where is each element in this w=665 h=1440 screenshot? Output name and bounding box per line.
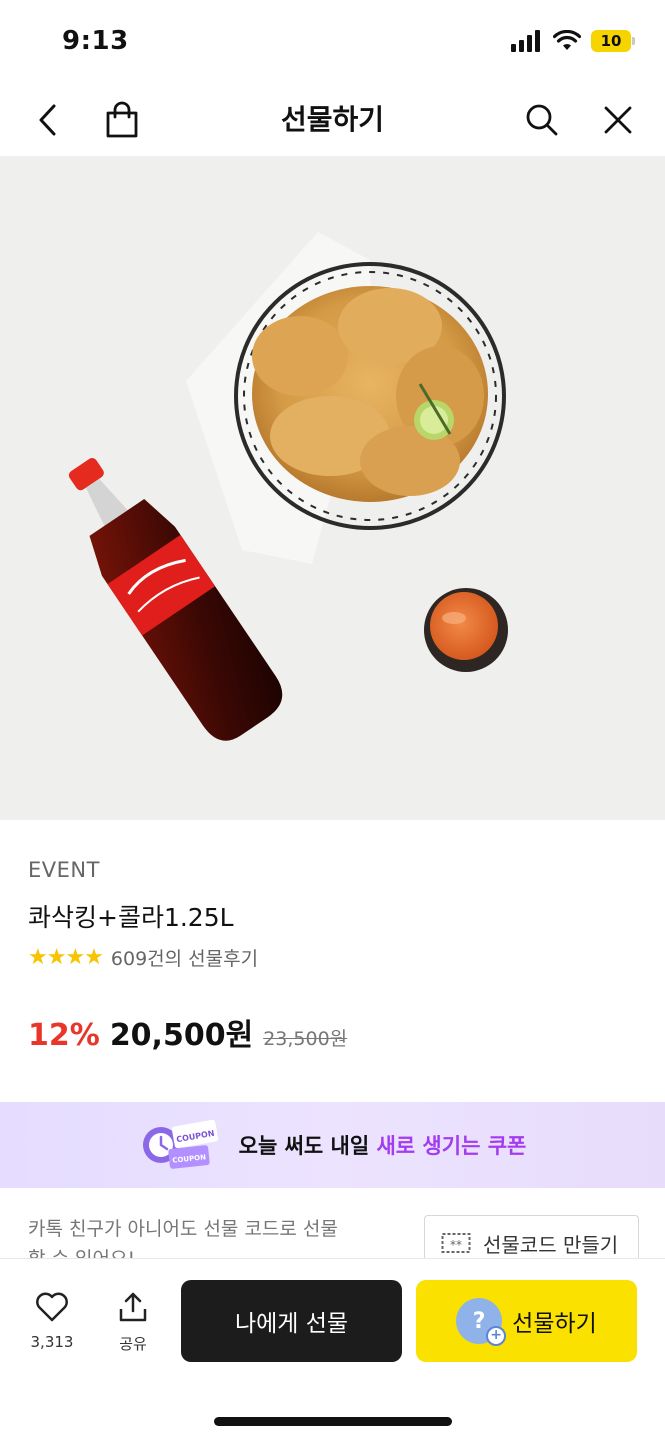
status-bar: 9:13 10 (0, 0, 665, 84)
ticket-icon-text: ** (450, 1238, 462, 1252)
search-button[interactable] (520, 98, 564, 142)
original-price: 23,500원 (263, 1028, 348, 1050)
heart-icon (36, 1292, 68, 1322)
product-name: 콰삭킹+콜라1.25L (28, 903, 234, 932)
battery-indicator: 10 (591, 30, 635, 52)
signal-icon (511, 30, 540, 52)
product-image[interactable] (0, 156, 665, 820)
home-indicator[interactable] (214, 1417, 452, 1426)
top-navigation: 선물하기 (0, 84, 665, 156)
gift-badge-symbol: ? (472, 1308, 486, 1334)
gift-button-label: 선물하기 (512, 1311, 597, 1337)
coupon-text: 오늘 써도 내일 새로 생기는 쿠폰 (239, 1130, 527, 1160)
review-count[interactable]: 609건의 선물후기 (111, 944, 258, 971)
status-icons: 10 (511, 30, 635, 52)
coupon-icon: COUPON COUPON (142, 1119, 218, 1169)
share-label: 공유 (119, 1335, 147, 1353)
discount-rate: 12% (28, 1018, 100, 1053)
event-tag: EVENT (28, 858, 100, 882)
product-photo-illustration (68, 232, 508, 741)
rating-row[interactable]: ★★★★ 609건의 선물후기 (28, 944, 258, 971)
page-title: 선물하기 (280, 103, 385, 136)
status-time: 9:13 (62, 26, 129, 56)
star-rating-icon: ★★★★ (28, 945, 104, 970)
coupon-text-main: 오늘 써도 내일 (238, 1134, 370, 1158)
price-row: 12% 20,500원 23,500원 (28, 1010, 347, 1054)
sale-price: 20,500원 (109, 1018, 254, 1053)
like-count: 3,313 (30, 1333, 74, 1351)
close-icon (604, 106, 632, 134)
gift-to-self-button[interactable]: 나에게 선물 (181, 1280, 402, 1362)
coupon-banner[interactable]: COUPON COUPON 오늘 써도 내일 새로 생기는 쿠폰 (0, 1102, 665, 1188)
wifi-icon (553, 30, 581, 50)
share-icon (119, 1292, 147, 1322)
like-button[interactable]: 3,313 (22, 1291, 82, 1351)
search-icon (526, 104, 558, 136)
coupon-text-highlight: 새로 생기는 쿠폰 (376, 1134, 527, 1158)
bottom-action-bar: 3,313 공유 나에게 선물 ? + 선물하기 (0, 1258, 665, 1440)
share-button[interactable]: 공유 (104, 1291, 162, 1354)
gift-badge-plus: + (486, 1326, 507, 1346)
gift-button[interactable]: ? + 선물하기 (416, 1280, 637, 1362)
close-button[interactable] (596, 98, 640, 142)
ticket-icon: ** (441, 1233, 471, 1253)
friend-gift-icon: ? + (456, 1298, 507, 1346)
giftcode-button-label: 선물코드 만들기 (483, 1232, 619, 1257)
